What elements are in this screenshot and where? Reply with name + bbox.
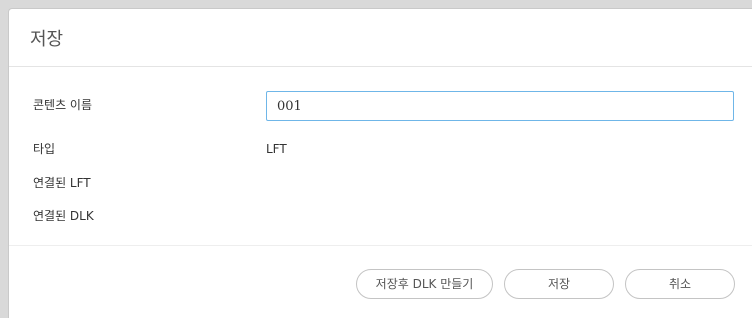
dialog-title: 저장 [30,29,64,50]
save-and-create-dlk-button[interactable]: 저장후 DLK 만들기 [356,269,493,299]
type-label: 타입 [33,142,56,156]
linked-dlk-label: 연결된 DLK [33,209,94,223]
type-value: LFT [266,142,287,156]
save-button[interactable]: 저장 [504,269,614,299]
content-name-label: 콘텐츠 이름 [33,98,93,112]
cancel-button[interactable]: 취소 [625,269,735,299]
dialog-header: 저장 [9,9,752,67]
linked-lft-label: 연결된 LFT [33,176,91,190]
content-name-input[interactable] [266,91,734,121]
footer-divider [9,245,752,246]
save-dialog: 저장 콘텐츠 이름 타입 LFT 연결된 LFT 연결된 DLK 저장후 DLK… [8,8,752,318]
